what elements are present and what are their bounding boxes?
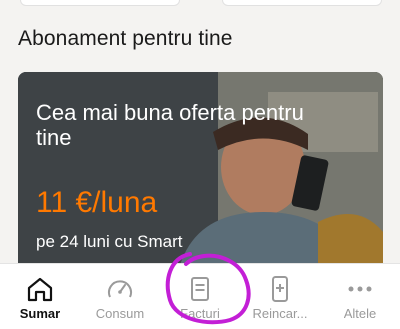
nav-label-sumar: Sumar (19, 306, 61, 321)
bottom-navigation: Sumar Consum Facturi Reincar... Altele (0, 263, 400, 329)
phone-topup-icon (272, 276, 288, 302)
invoice-icon (191, 277, 209, 301)
top-card-left-edge (20, 0, 180, 6)
nav-label-altele: Altele (343, 306, 377, 321)
gauge-icon (108, 280, 132, 298)
nav-label-reincarcare: Reincar... (252, 306, 308, 321)
nav-item-altele[interactable]: Altele (320, 264, 400, 329)
home-icon (27, 277, 53, 302)
nav-label-facturi: Facturi (180, 306, 220, 321)
more-dots-icon (348, 286, 372, 292)
nav-label-consum: Consum (95, 306, 145, 321)
top-card-right-edge (222, 0, 382, 6)
promo-banner[interactable]: Cea mai buna oferta pentru tine 11 €/lun… (18, 72, 383, 272)
section-title: Abonament pentru tine (18, 27, 233, 50)
nav-item-reincarcare[interactable]: Reincar... (240, 264, 320, 329)
promo-subtitle: pe 24 luni cu Smart (36, 232, 183, 251)
promo-headline: Cea mai buna oferta pentru tine (36, 100, 304, 150)
nav-item-facturi[interactable]: Facturi (160, 264, 240, 329)
promo-price: 11 €/luna (36, 186, 158, 219)
nav-item-sumar[interactable]: Sumar (0, 264, 80, 329)
nav-item-consum[interactable]: Consum (80, 264, 160, 329)
